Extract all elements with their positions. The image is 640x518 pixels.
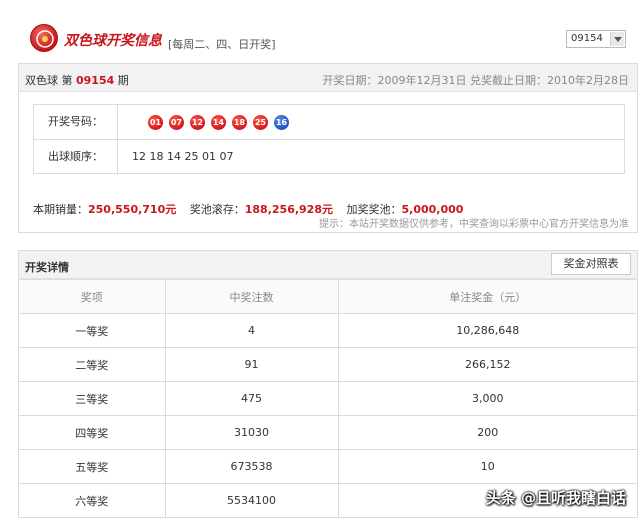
winner-count: 91 <box>164 347 339 382</box>
draw-dates: 开奖日期：2009年12月31日 兑奖截止日期：2010年2月28日 <box>322 74 629 87</box>
winning-numbers-label: 开奖号码： <box>34 105 118 139</box>
table-row: 一等奖 4 10,286,648 <box>19 313 637 348</box>
prize-level: 二等奖 <box>19 347 166 382</box>
prize-amount: 10 <box>337 449 637 484</box>
winner-count: 4 <box>164 313 339 348</box>
draw-order-row: 出球顺序： 12 18 14 25 01 07 <box>34 140 624 175</box>
prize-amount: 3,000 <box>337 381 637 416</box>
table-row: 二等奖 91 266,152 <box>19 347 637 382</box>
prize-level: 一等奖 <box>19 313 166 348</box>
prize-amount: 266,152 <box>337 347 637 382</box>
winner-count: 475 <box>164 381 339 416</box>
blue-ball: 16 <box>274 115 289 130</box>
table-row: 四等奖 31030 200 <box>19 415 637 450</box>
column-header: 中奖注数 <box>164 279 339 314</box>
sales-value: 250,550,710元 <box>88 203 177 216</box>
draw-issue-title: 双色球 第 09154 期 <box>25 72 129 88</box>
prize-details-header: 开奖详情 奖金对照表 <box>19 251 637 279</box>
prize-level: 六等奖 <box>19 483 166 518</box>
chevron-down-icon[interactable] <box>610 32 624 46</box>
winner-count: 5534100 <box>164 483 339 518</box>
winner-count: 673538 <box>164 449 339 484</box>
lottery-logo-icon <box>30 24 58 52</box>
prize-amount: 200 <box>337 415 637 450</box>
issue-select-value: 09154 <box>571 33 603 44</box>
winning-numbers-row: 开奖号码： 01 07 12 14 18 25 16 <box>34 105 624 140</box>
red-ball: 14 <box>211 115 226 130</box>
game-name: 双色球 第 <box>25 74 73 87</box>
draw-info-panel: 双色球 第 09154 期 开奖日期：2009年12月31日 兑奖截止日期：20… <box>18 63 638 233</box>
watermark: 头条 @且听我瞎白话 <box>485 489 626 507</box>
page-title: 双色球开奖信息 <box>64 33 162 49</box>
red-ball: 07 <box>169 115 184 130</box>
draw-schedule: [每周二、四、日开奖] <box>168 38 276 51</box>
prize-level: 四等奖 <box>19 415 166 450</box>
prize-compare-button[interactable]: 奖金对照表 <box>551 253 631 275</box>
column-header: 奖项 <box>19 279 166 314</box>
issue-select[interactable]: 09154 <box>566 30 626 48</box>
top-bar: 双色球开奖信息 [每周二、四、日开奖] 09154 <box>0 0 640 62</box>
prize-details-title: 开奖详情 <box>25 261 69 274</box>
prize-amount: 10,286,648 <box>337 313 637 348</box>
red-ball: 25 <box>253 115 268 130</box>
draw-order-value: 12 18 14 25 01 07 <box>132 150 234 163</box>
table-row: 五等奖 673538 10 <box>19 449 637 484</box>
table-row: 三等奖 475 3,000 <box>19 381 637 416</box>
table-header-row: 奖项 中奖注数 单注奖金（元） <box>19 279 637 314</box>
issue-suffix: 期 <box>117 74 129 87</box>
prize-level: 三等奖 <box>19 381 166 416</box>
winner-count: 31030 <box>164 415 339 450</box>
column-header: 单注奖金（元） <box>337 279 637 314</box>
draw-info-header: 双色球 第 09154 期 开奖日期：2009年12月31日 兑奖截止日期：20… <box>19 64 637 92</box>
draw-order-label: 出球顺序： <box>34 140 118 175</box>
pool-label: 奖池滚存： <box>189 203 245 216</box>
prize-level: 五等奖 <box>19 449 166 484</box>
prize-table: 奖项 中奖注数 单注奖金（元） 一等奖 4 10,286,648 二等奖 91 … <box>19 279 637 518</box>
red-ball: 01 <box>148 115 163 130</box>
sales-label: 本期销量： <box>33 203 88 216</box>
draw-numbers-table: 开奖号码： 01 07 12 14 18 25 16 出球顺序： 12 18 1… <box>33 104 625 175</box>
red-ball: 12 <box>190 115 205 130</box>
issue-number: 09154 <box>76 74 115 87</box>
prize-details-panel: 开奖详情 奖金对照表 奖项 中奖注数 单注奖金（元） 一等奖 4 10,286,… <box>18 250 638 518</box>
disclaimer-tip: 提示：本站开奖数据仅供参考，中奖查询以彩票中心官方开奖信息为准 <box>319 219 629 230</box>
red-ball: 18 <box>232 115 247 130</box>
